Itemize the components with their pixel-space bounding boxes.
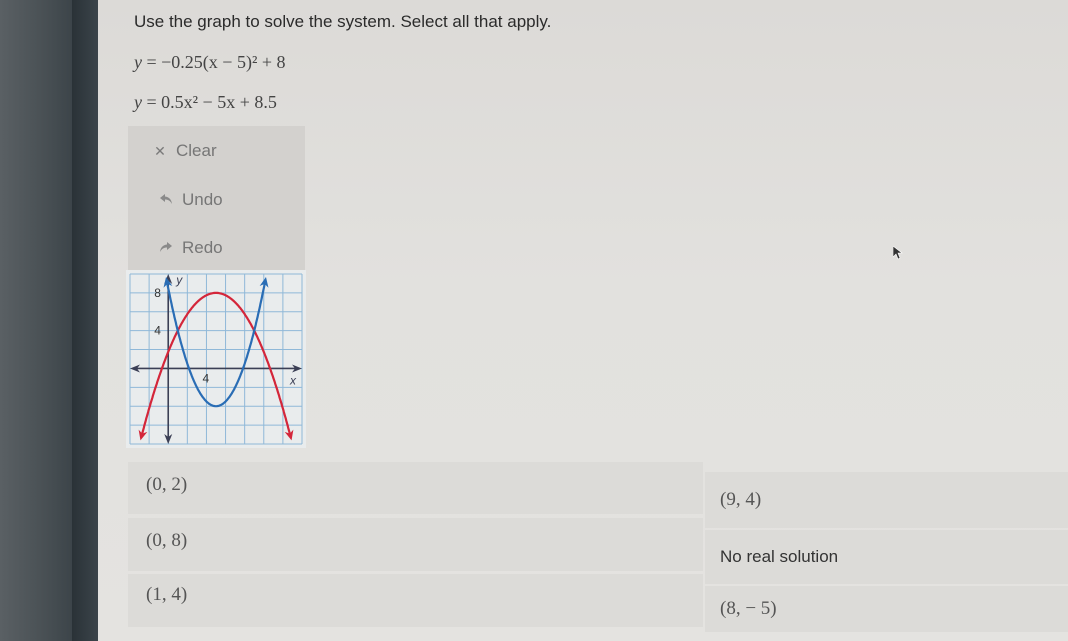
close-icon: ✕ — [154, 142, 166, 159]
graph-svg: x y 4 4 8 — [129, 273, 303, 445]
clear-label: Clear — [176, 141, 217, 160]
graph-curves — [138, 277, 294, 441]
answer-label: (9, 4) — [720, 489, 762, 510]
mouse-cursor-icon — [893, 246, 903, 260]
undo-button[interactable]: Undo — [128, 180, 333, 220]
answer-option[interactable]: (8, − 5) — [705, 586, 1068, 632]
equation-2-rhs: 0.5x² − 5x + 8.5 — [161, 92, 277, 112]
x-tick-label: 4 — [202, 371, 209, 385]
answer-option-no-real-solution[interactable]: No real solution — [705, 530, 1068, 584]
answer-option[interactable]: (0, 8) — [128, 518, 703, 571]
answer-label: (8, − 5) — [720, 598, 777, 619]
red-parabola — [140, 291, 292, 437]
redo-label: Redo — [182, 238, 223, 257]
answer-option[interactable]: (0, 2) — [128, 462, 703, 514]
answer-label: (0, 2) — [146, 474, 188, 495]
answer-option[interactable]: (1, 4) — [128, 574, 703, 627]
equation-2-lhs: y — [134, 92, 142, 112]
question-prompt: Use the graph to solve the system. Selec… — [134, 12, 552, 31]
y-tick-label-4: 4 — [154, 324, 161, 338]
equation-1-rhs: −0.25(x − 5)² + 8 — [161, 52, 286, 72]
answer-option[interactable]: (9, 4) — [705, 472, 1068, 528]
answer-label: (1, 4) — [146, 584, 188, 605]
x-axis-label: x — [289, 373, 297, 387]
redo-button[interactable]: Redo — [128, 228, 333, 268]
answer-choices: (0, 2) (0, 8) (1, 4) (9, 4) No real solu… — [124, 462, 1068, 632]
y-axis-label: y — [175, 273, 183, 287]
answer-label: (0, 8) — [146, 530, 188, 551]
equation-2: y = 0.5x² − 5x + 8.5 — [134, 92, 277, 112]
redo-arrow-icon — [156, 240, 176, 256]
clear-button[interactable]: ✕ Clear — [128, 131, 327, 171]
undo-label: Undo — [182, 190, 223, 209]
undo-arrow-icon — [156, 192, 176, 208]
equation-1-lhs: y — [134, 52, 142, 72]
graph-tools-panel: ✕ Clear Undo Redo — [128, 126, 305, 272]
answer-label: No real solution — [720, 547, 839, 566]
graph-canvas[interactable]: x y 4 4 8 — [126, 270, 306, 448]
monitor-bezel-edge — [72, 0, 98, 641]
monitor-bezel — [0, 0, 98, 641]
y-tick-label-8: 8 — [154, 286, 161, 300]
equation-1: y = −0.25(x − 5)² + 8 — [134, 52, 286, 72]
